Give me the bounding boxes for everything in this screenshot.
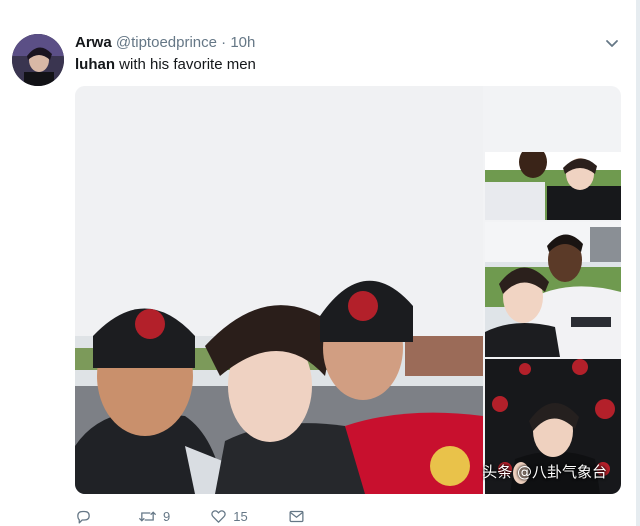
tweet: Arwa @tiptoedprince · 10h luhan with his… <box>0 0 640 526</box>
tweet-text: luhan with his favorite men <box>75 56 256 74</box>
tweet-header: Arwa @tiptoedprince · 10h <box>75 34 255 52</box>
heart-icon <box>211 509 226 523</box>
tweet-text-rest: with his favorite men <box>115 56 256 73</box>
watermark: 头条 @八卦气象台 <box>482 463 607 481</box>
avatar[interactable] <box>12 34 64 86</box>
retweet-button[interactable]: 9 <box>138 508 170 525</box>
retweet-count: 9 <box>163 508 171 524</box>
like-count: 15 <box>233 508 248 524</box>
reply-icon <box>77 510 90 524</box>
timestamp[interactable]: 10h <box>230 34 255 51</box>
tweet-actions: 9 15 <box>75 507 351 525</box>
like-button[interactable]: 15 <box>210 508 248 525</box>
thumbnail-photo-2[interactable] <box>485 222 621 357</box>
main-photo[interactable] <box>75 86 483 494</box>
chevron-down-icon[interactable] <box>604 36 620 52</box>
retweet-icon <box>138 510 157 522</box>
display-name[interactable]: Arwa <box>75 34 112 51</box>
reply-button[interactable] <box>75 508 98 525</box>
tweet-text-bold: luhan <box>75 56 115 73</box>
media-gallery: 头条 @八卦气象台 <box>75 86 621 494</box>
user-handle[interactable]: @tiptoedprince <box>116 34 217 51</box>
scrollbar[interactable] <box>636 0 640 526</box>
separator-dot: · <box>221 34 227 51</box>
thumbnail-photo-1[interactable] <box>485 152 621 220</box>
direct-message-button[interactable] <box>288 508 311 525</box>
message-icon <box>289 510 304 522</box>
avatar-image <box>12 34 64 86</box>
